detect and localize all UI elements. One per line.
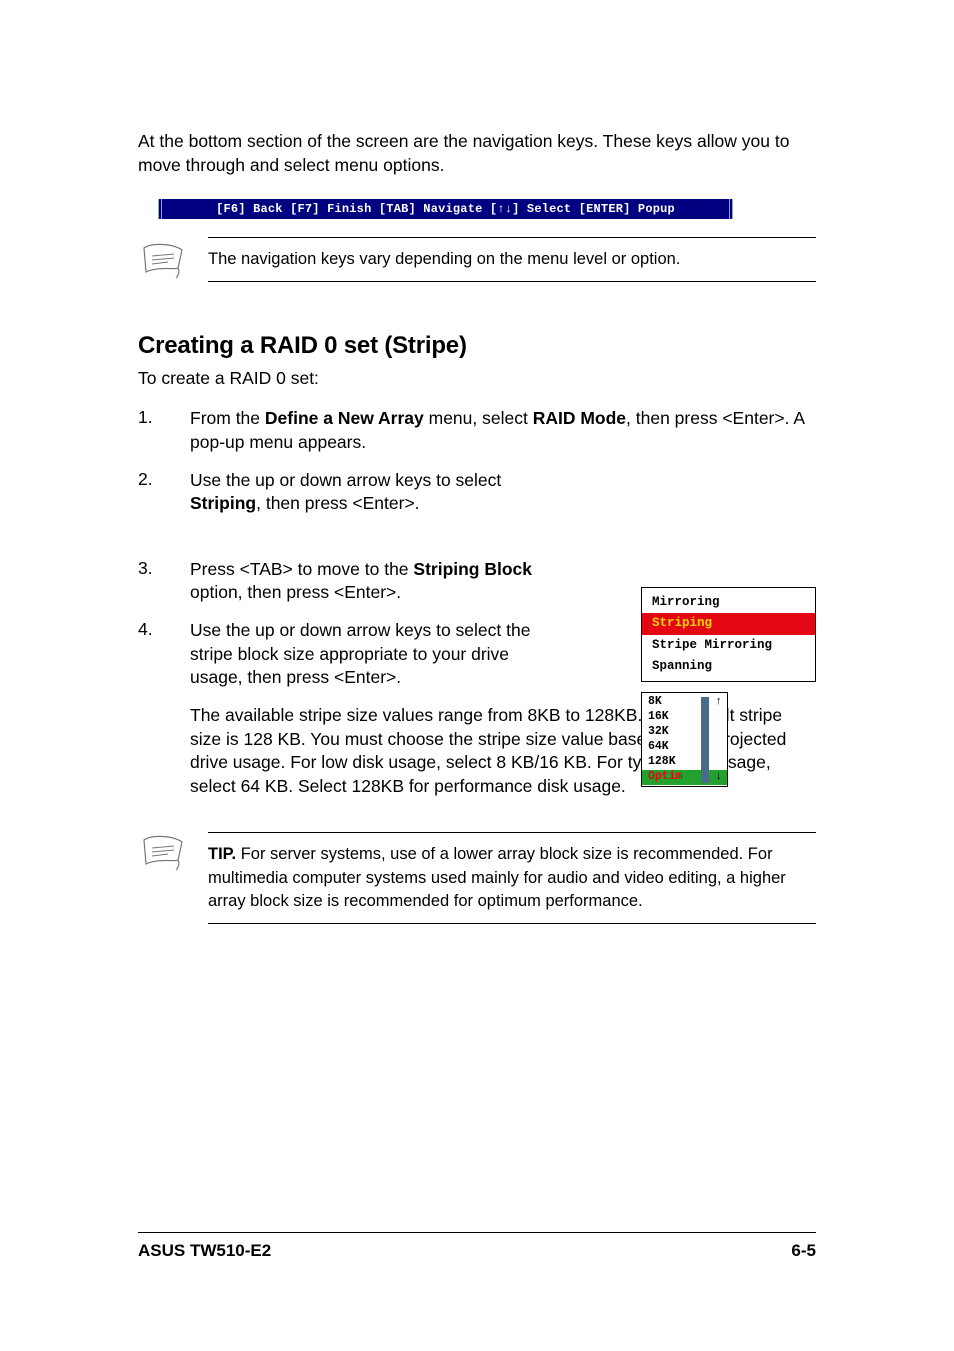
step-number: 1. xyxy=(138,407,190,454)
tip-block: TIP. For server systems, use of a lower … xyxy=(138,832,816,923)
raid-mode-option-spanning[interactable]: Spanning xyxy=(642,656,815,677)
note-block: The navigation keys vary depending on th… xyxy=(138,237,816,282)
step-number: 4. xyxy=(138,619,190,690)
note-icon xyxy=(138,832,186,872)
arrow-up-icon: ↑ xyxy=(715,695,722,709)
page-footer: ASUS TW510-E2 6-5 xyxy=(138,1232,816,1261)
section-heading: Creating a RAID 0 set (Stripe) xyxy=(138,332,816,360)
step-number: 2. xyxy=(138,469,190,516)
intro-text: At the bottom section of the screen are … xyxy=(138,130,816,177)
block-size-option-32k[interactable]: 32K xyxy=(642,725,727,740)
raid-mode-popup[interactable]: Mirroring Striping Stripe Mirroring Span… xyxy=(641,587,816,682)
step-2: 2. Use the up or down arrow keys to sele… xyxy=(138,469,816,516)
step-4-text: Use the up or down arrow keys to select … xyxy=(190,619,550,690)
footer-product: ASUS TW510-E2 xyxy=(138,1241,271,1261)
navigation-keys-bar: [F6] Back [F7] Finish [TAB] Navigate [↑↓… xyxy=(158,199,733,219)
block-size-option-8k[interactable]: 8K xyxy=(642,695,727,710)
block-size-option-16k[interactable]: 16K xyxy=(642,710,727,725)
block-size-option-128k[interactable]: 128K xyxy=(642,755,727,770)
step-2-text-a: Use the up or down arrow keys to select xyxy=(190,470,501,490)
tip-label: TIP. xyxy=(208,845,236,863)
step-1-bold-a: Define a New Array xyxy=(265,408,424,428)
arrow-down-icon: ↓ xyxy=(715,770,722,784)
block-size-option-optim[interactable]: Optim xyxy=(642,770,727,785)
raid-mode-option-striping[interactable]: Striping xyxy=(642,613,815,634)
step-3-text-b: option, then press <Enter>. xyxy=(190,582,401,602)
step-3-text-a: Press <TAB> to move to the xyxy=(190,559,413,579)
step-2-text-b: , then press <Enter>. xyxy=(256,493,419,513)
raid-mode-option-mirroring[interactable]: Mirroring xyxy=(642,592,815,613)
step-1-text-a: From the xyxy=(190,408,265,428)
raid-mode-option-stripe-mirroring[interactable]: Stripe Mirroring xyxy=(642,635,815,656)
section-subtext: To create a RAID 0 set: xyxy=(138,368,816,389)
step-1-bold-b: RAID Mode xyxy=(533,408,626,428)
note-icon xyxy=(138,240,186,280)
step-2-bold: Striping xyxy=(190,493,256,513)
footer-page-number: 6-5 xyxy=(791,1241,816,1261)
block-size-option-64k[interactable]: 64K xyxy=(642,740,727,755)
stripe-block-popup[interactable]: ↑ ↓ 8K 16K 32K 64K 128K Optim xyxy=(641,692,728,787)
step-3-bold: Striping Block xyxy=(413,559,532,579)
step-number: 3. xyxy=(138,558,190,605)
step-1-text-b: menu, select xyxy=(424,408,533,428)
tip-text: For server systems, use of a lower array… xyxy=(208,845,786,909)
note-text: The navigation keys vary depending on th… xyxy=(208,248,816,271)
scrollbar[interactable] xyxy=(701,697,709,783)
step-1: 1. From the Define a New Array menu, sel… xyxy=(138,407,816,454)
